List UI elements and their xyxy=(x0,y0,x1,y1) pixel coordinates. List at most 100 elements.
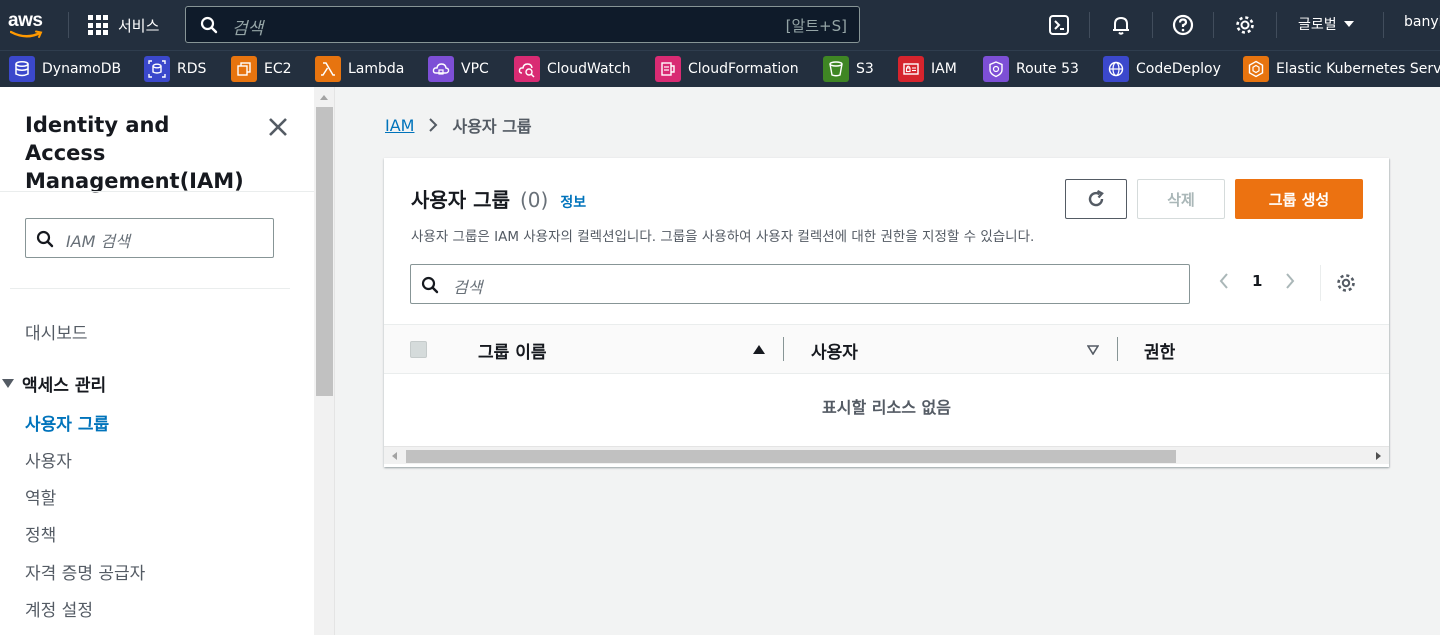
sidebar-item-identity-providers[interactable]: 자격 증명 공급자 xyxy=(25,559,145,584)
s3-icon xyxy=(823,56,849,82)
lambda-icon xyxy=(315,56,341,82)
caret-down-icon xyxy=(1343,21,1354,27)
fav-label: RDS xyxy=(177,61,207,77)
chevron-right-icon[interactable] xyxy=(1284,271,1296,291)
delete-button[interactable]: 삭제 xyxy=(1137,179,1225,219)
fav-eks[interactable]: Elastic Kubernetes Servi xyxy=(1243,55,1440,83)
chevron-left-icon[interactable] xyxy=(1218,271,1230,291)
eks-icon xyxy=(1243,56,1269,82)
search-icon xyxy=(36,230,54,248)
scroll-right-arrow[interactable] xyxy=(1376,452,1381,460)
breadcrumb-iam-link[interactable]: IAM xyxy=(385,116,414,135)
sidebar-item-roles[interactable]: 역할 xyxy=(25,484,56,509)
fav-label: Route 53 xyxy=(1016,61,1079,77)
search-placeholder: 검색 xyxy=(232,19,264,39)
fav-label: Elastic Kubernetes Servi xyxy=(1276,61,1440,77)
search-icon xyxy=(200,16,218,34)
aws-logo[interactable]: aws xyxy=(8,10,48,40)
empty-state-text: 표시할 리소스 없음 xyxy=(822,398,951,417)
fav-ec2[interactable]: EC2 xyxy=(231,55,292,83)
search-placeholder: IAM 검색 xyxy=(66,232,130,251)
cloudwatch-icon xyxy=(514,56,540,82)
column-header-group-name[interactable]: 그룹 이름 xyxy=(478,338,546,363)
scroll-left-arrow[interactable] xyxy=(392,452,397,460)
codedeploy-icon xyxy=(1103,56,1129,82)
help-icon[interactable] xyxy=(1171,13,1195,37)
sidebar: Identity and Access Management(IAM) IAM … xyxy=(0,87,314,635)
services-menu-button[interactable]: 서비스 xyxy=(88,13,159,37)
fav-label: EC2 xyxy=(264,61,292,77)
sidebar-item-users[interactable]: 사용자 xyxy=(25,447,72,472)
panel-header: 사용자 그룹 (0) 정보 xyxy=(411,184,586,213)
sidebar-item-user-groups[interactable]: 사용자 그룹 xyxy=(25,410,109,435)
item-count: (0) xyxy=(519,188,549,212)
fav-vpc[interactable]: VPC xyxy=(428,55,489,83)
breadcrumb-current: 사용자 그룹 xyxy=(452,117,532,136)
fav-codedeploy[interactable]: CodeDeploy xyxy=(1103,55,1221,83)
iam-search-input[interactable]: IAM 검색 xyxy=(25,218,274,258)
scroll-up-arrow[interactable] xyxy=(320,95,328,100)
breadcrumb: IAM 사용자 그룹 xyxy=(385,113,532,137)
column-header-permissions[interactable]: 권한 xyxy=(1144,338,1175,363)
fav-label: CodeDeploy xyxy=(1136,61,1221,77)
divider xyxy=(0,191,314,192)
cloudshell-icon[interactable] xyxy=(1047,13,1071,37)
top-navigation: aws 서비스 검색 [알트+S] 글로벌 banyl xyxy=(0,0,1440,50)
fav-iam[interactable]: IAM xyxy=(898,55,957,83)
iam-icon xyxy=(898,56,924,82)
fav-dynamodb[interactable]: DynamoDB xyxy=(9,55,121,83)
fav-label: IAM xyxy=(931,61,957,77)
close-icon[interactable] xyxy=(266,115,290,139)
vpc-icon xyxy=(428,56,454,82)
divider xyxy=(1320,265,1321,301)
account-menu[interactable]: banyl xyxy=(1404,14,1440,30)
fav-label: VPC xyxy=(461,61,489,77)
fav-route53[interactable]: Route 53 xyxy=(983,55,1079,83)
sort-ascending-icon[interactable] xyxy=(753,345,765,354)
scrollbar-thumb[interactable] xyxy=(406,450,1176,463)
panel-description: 사용자 그룹은 IAM 사용자의 컬렉션입니다. 그룹을 사용하여 사용자 컬렉… xyxy=(411,229,1035,245)
region-selector[interactable]: 글로벌 xyxy=(1298,14,1355,34)
bell-icon[interactable] xyxy=(1109,13,1133,37)
column-divider[interactable] xyxy=(1117,337,1118,361)
create-group-button[interactable]: 그룹 생성 xyxy=(1235,179,1363,219)
gear-icon[interactable] xyxy=(1233,13,1257,37)
fav-cloudformation[interactable]: CloudFormation xyxy=(655,55,799,83)
fav-label: Lambda xyxy=(348,61,405,77)
fav-lambda[interactable]: Lambda xyxy=(315,55,404,83)
sidebar-title[interactable]: Identity and Access Management(IAM) xyxy=(25,111,255,195)
fav-label: CloudWatch xyxy=(547,61,631,77)
select-all-checkbox[interactable] xyxy=(410,341,427,358)
refresh-button[interactable] xyxy=(1065,179,1127,219)
page-title: 사용자 그룹 xyxy=(411,188,510,212)
sidebar-scrollbar[interactable] xyxy=(314,87,335,635)
route53-icon xyxy=(983,56,1009,82)
cloudformation-icon xyxy=(655,56,681,82)
fav-cloudwatch[interactable]: CloudWatch xyxy=(514,55,631,83)
search-shortcut: [알트+S] xyxy=(785,17,847,35)
column-divider[interactable] xyxy=(783,337,784,361)
scrollbar-thumb[interactable] xyxy=(316,107,333,396)
table-horizontal-scrollbar[interactable] xyxy=(384,446,1389,464)
dynamodb-icon xyxy=(9,56,35,82)
column-header-users[interactable]: 사용자 xyxy=(811,338,858,363)
global-search-input[interactable]: 검색 [알트+S] xyxy=(185,6,860,43)
sort-descending-icon[interactable] xyxy=(1087,345,1099,355)
sidebar-item-dashboard[interactable]: 대시보드 xyxy=(25,319,88,344)
sidebar-section-access-management[interactable]: 액세스 관리 xyxy=(2,371,106,396)
fav-label: DynamoDB xyxy=(42,61,122,77)
grid-icon xyxy=(88,15,108,35)
sidebar-item-account-settings[interactable]: 계정 설정 xyxy=(25,596,93,621)
fav-s3[interactable]: S3 xyxy=(823,55,874,83)
caret-down-icon xyxy=(2,379,14,388)
fav-rds[interactable]: RDS xyxy=(144,55,206,83)
sidebar-item-policies[interactable]: 정책 xyxy=(25,521,56,546)
table-settings-icon[interactable] xyxy=(1335,272,1357,294)
user-groups-panel: 사용자 그룹 (0) 정보 사용자 그룹은 IAM 사용자의 컬렉션입니다. 그… xyxy=(384,158,1389,467)
info-link[interactable]: 정보 xyxy=(560,192,586,212)
page-number[interactable]: 1 xyxy=(1252,272,1262,290)
group-search-input[interactable]: 검색 xyxy=(410,264,1190,304)
services-label: 서비스 xyxy=(118,16,160,35)
divider xyxy=(10,288,290,289)
refresh-icon xyxy=(1088,189,1104,207)
